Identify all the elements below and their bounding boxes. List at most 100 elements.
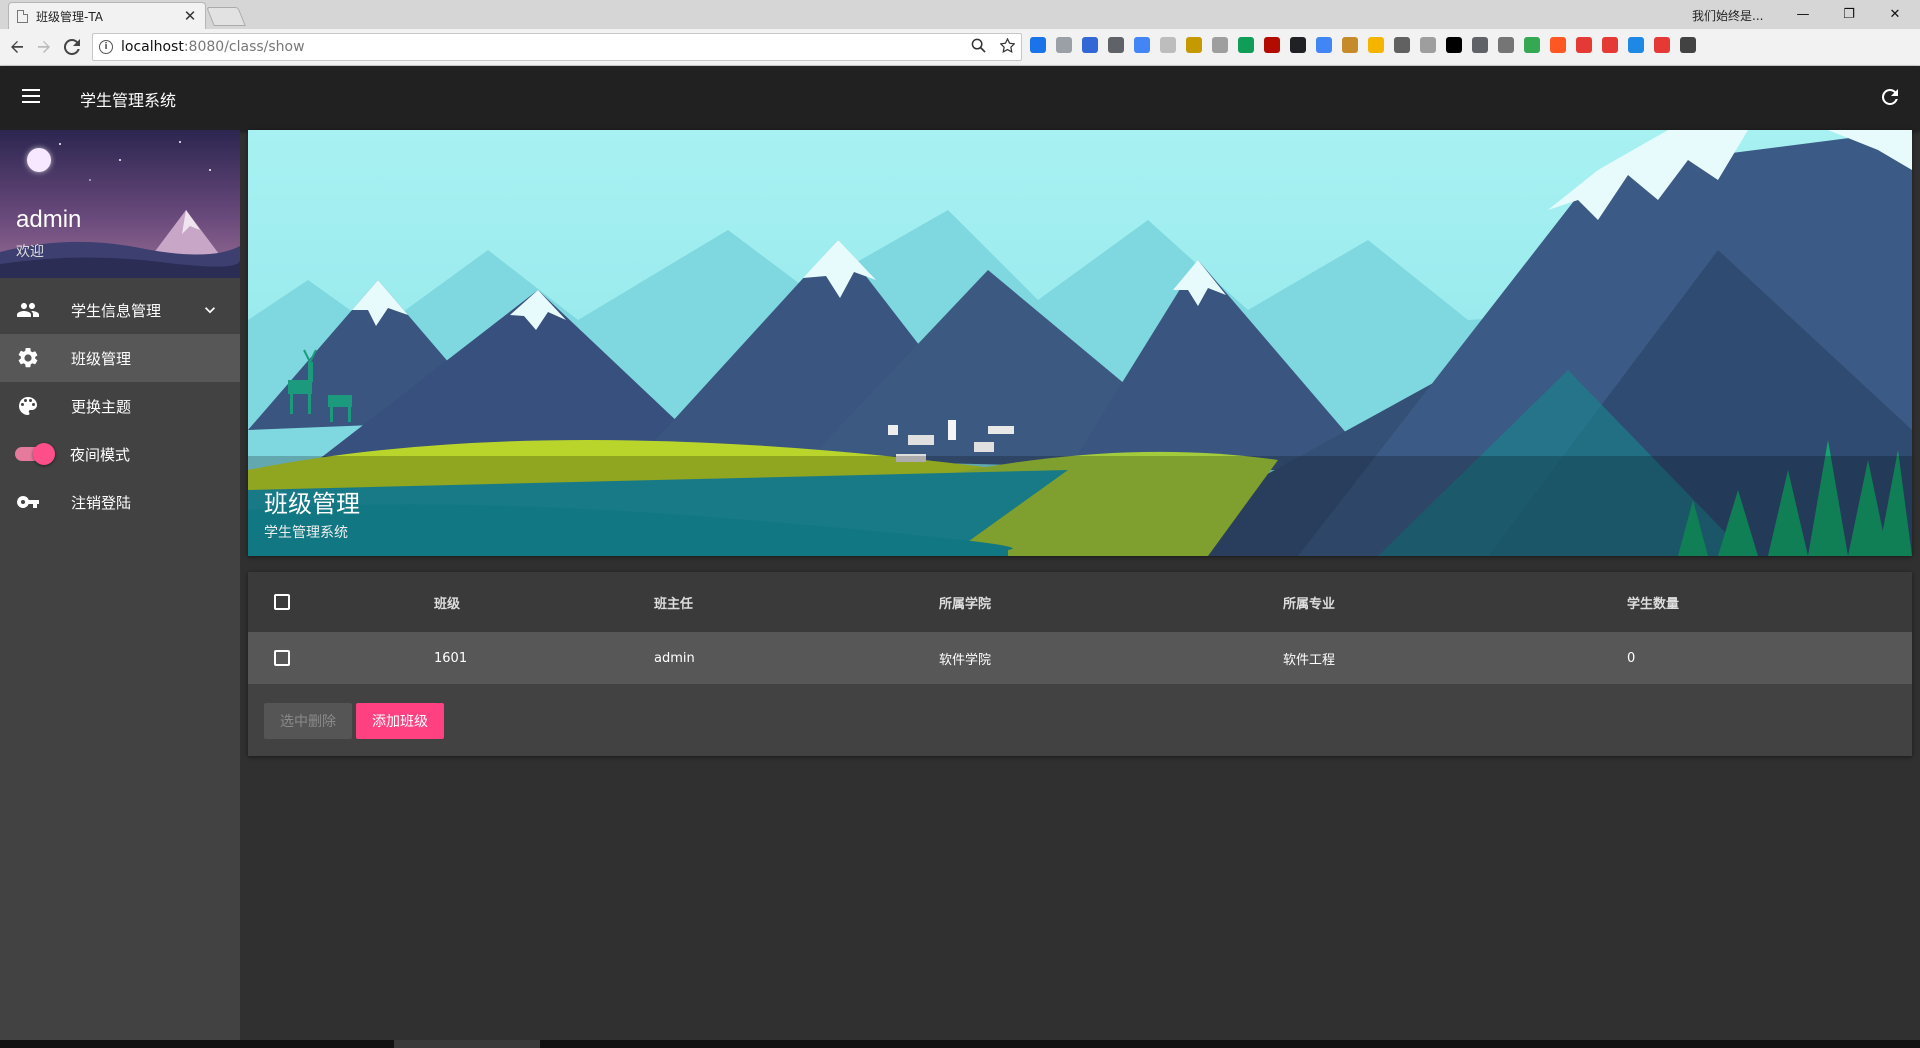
add-class-button[interactable]: 添加班级 [356,703,444,739]
extension-icon[interactable] [1056,37,1072,53]
table-row[interactable]: 1601 admin 软件学院 软件工程 0 [248,632,1912,684]
extension-icon[interactable] [1030,37,1046,53]
column-header[interactable]: 班主任 [654,572,939,632]
palette-icon [16,394,40,418]
page-icon [17,9,28,23]
profile-banner: admin 欢迎 [0,130,240,278]
back-button[interactable] [6,36,28,58]
extension-icon[interactable] [1238,37,1254,53]
column-header[interactable]: 所属专业 [1283,572,1627,632]
taskbar-item[interactable] [394,1040,540,1048]
nav-label: 更换主题 [71,397,132,416]
extension-icon[interactable] [1420,37,1436,53]
user-subtitle: 欢迎 [16,244,44,260]
reload-icon [64,39,80,55]
nav-item-night-mode[interactable]: 夜间模式 [0,430,240,478]
tab-title: 班级管理-TA [36,9,103,24]
nav-item-class-management[interactable]: 班级管理 [0,334,240,382]
minimize-button[interactable]: — [1780,0,1826,28]
restore-button[interactable]: ❐ [1826,0,1872,28]
cell-class: 1601 [434,650,468,666]
tab-close-icon[interactable]: ✕ [183,7,197,25]
night-mode-toggle[interactable] [15,443,55,465]
info-icon[interactable]: i [99,40,113,54]
extension-icon[interactable] [1550,37,1566,53]
extension-icon[interactable] [1316,37,1332,53]
url-host: localhost [121,39,184,55]
nav-label: 夜间模式 [70,445,131,464]
people-icon [16,298,40,322]
arrow-left-icon [11,41,23,53]
browser-profile-name[interactable]: 我们始终是... [1692,7,1763,24]
extension-icon[interactable] [1654,37,1670,53]
url-path: :8080/class/show [183,39,305,55]
browser-tab[interactable]: 班级管理-TA ✕ [8,2,206,29]
url-bar[interactable]: i localhost:8080/class/show [92,33,1022,61]
nav-label: 班级管理 [71,349,132,368]
extension-icon[interactable] [1290,37,1306,53]
cell-count: 0 [1627,650,1636,666]
table-header-row: 班级 班主任 所属学院 所属专业 学生数量 [248,572,1912,632]
reload-button[interactable] [61,36,83,58]
table-actions: 选中删除 添加班级 [264,703,444,739]
chevron-down-icon[interactable] [200,300,220,320]
nav-label: 学生信息管理 [71,301,162,320]
close-window-button[interactable]: ✕ [1872,0,1918,28]
app-title: 学生管理系统 [80,91,177,110]
extension-icon[interactable] [1264,37,1280,53]
extension-icon[interactable] [1082,37,1098,53]
extension-icon[interactable] [1498,37,1514,53]
cell-teacher: admin [654,650,695,666]
nav-label: 注销登陆 [71,493,132,512]
extension-icon[interactable] [1680,37,1696,53]
class-table: 班级 班主任 所属学院 所属专业 学生数量 1601 admin 软件学院 软件… [248,572,1912,684]
app-bar: 学生管理系统 [0,66,1920,130]
nav-item-logout[interactable]: 注销登陆 [0,478,240,526]
extension-icon[interactable] [1134,37,1150,53]
gear-icon [16,346,40,370]
class-table-card: 班级 班主任 所属学院 所属专业 学生数量 1601 admin 软件学院 软件… [248,572,1912,756]
hero-caption: 班级管理 学生管理系统 [248,456,1912,556]
nav-item-change-theme[interactable]: 更换主题 [0,382,240,430]
extension-icon[interactable] [1446,37,1462,53]
zoom-icon[interactable] [971,38,986,53]
bookmark-star-icon[interactable] [1000,38,1015,53]
extension-icon[interactable] [1524,37,1540,53]
nav-item-student-info[interactable]: 学生信息管理 [0,286,240,334]
row-checkbox[interactable] [274,650,290,666]
select-all-checkbox[interactable] [274,594,290,610]
extension-icon[interactable] [1108,37,1124,53]
browser-tab-strip: 班级管理-TA ✕ 我们始终是... — ❐ ✕ [0,0,1920,29]
delete-selected-button[interactable]: 选中删除 [264,703,352,739]
key-icon [16,490,40,514]
page-subtitle: 学生管理系统 [264,525,348,541]
cell-major: 软件工程 [1283,652,1336,668]
forward-button[interactable] [33,36,55,58]
extension-icon[interactable] [1342,37,1358,53]
menu-icon[interactable] [22,89,40,103]
new-tab-button[interactable] [206,7,246,26]
nav-list: 学生信息管理 班级管理 更换主题 夜间模式 注销登陆 [0,278,240,526]
arrow-right-icon [38,41,50,53]
extensions-bar [1030,37,1696,53]
os-taskbar [0,1040,1920,1048]
extension-icon[interactable] [1394,37,1410,53]
user-name: admin [16,206,82,233]
refresh-icon[interactable] [1878,85,1902,109]
extension-icon[interactable] [1628,37,1644,53]
extension-icon[interactable] [1576,37,1592,53]
toggle-thumb[interactable] [33,443,55,465]
browser-toolbar: i localhost:8080/class/show [0,29,1920,66]
hero-banner: 班级管理 学生管理系统 [248,130,1912,556]
extension-icon[interactable] [1368,37,1384,53]
extension-icon[interactable] [1472,37,1488,53]
extension-icon[interactable] [1160,37,1176,53]
extension-icon[interactable] [1186,37,1202,53]
avatar[interactable] [27,148,51,172]
extension-icon[interactable] [1212,37,1228,53]
extension-icon[interactable] [1602,37,1618,53]
column-header[interactable]: 班级 [434,572,654,632]
column-header[interactable]: 学生数量 [1627,572,1912,632]
sidebar: admin 欢迎 学生信息管理 班级管理 更换主题 夜间模式 注销登陆 [0,130,240,1048]
column-header[interactable]: 所属学院 [939,572,1283,632]
